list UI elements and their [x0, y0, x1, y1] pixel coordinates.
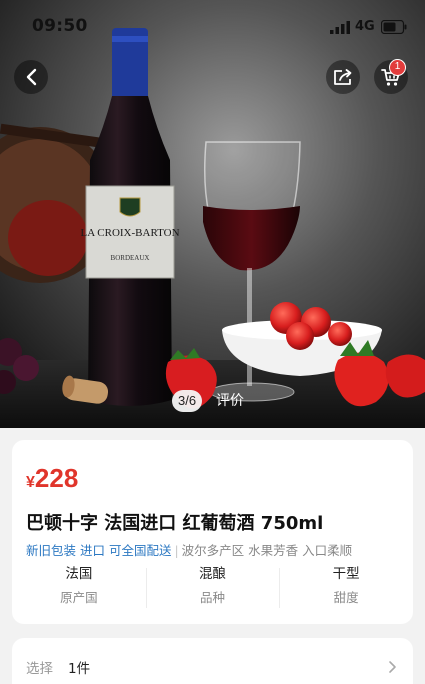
back-arrow-icon: [26, 68, 37, 86]
spec-label: 甜度: [333, 590, 359, 605]
status-bar: 09:50 4G: [0, 0, 425, 52]
cart-badge: 1: [389, 59, 406, 76]
product-title: 巴顿十字 法国进口 红葡萄酒 750ml: [26, 513, 324, 534]
bottle-region-text: BORDEAUX: [111, 254, 150, 262]
status-time: 09:50: [32, 16, 88, 36]
spec-sweetness: 干型 甜度: [279, 564, 413, 608]
share-icon: [334, 69, 352, 85]
product-info-card: ¥228 巴顿十字 法国进口 红葡萄酒 750ml 新旧包装 进口 可全国配送 |…: [12, 440, 413, 624]
price: ¥228: [26, 463, 78, 494]
spec-value: 法国: [65, 566, 93, 582]
spec-value: 混酿: [199, 566, 226, 582]
price-value: 228: [34, 463, 79, 493]
share-button[interactable]: [326, 60, 360, 94]
bottle-brand-text: LA CROIX-BARTON: [80, 227, 179, 239]
service-tags: 新旧包装 进口 可全国配送: [26, 543, 172, 558]
product-photo: LA CROIX-BARTON BORDEAUX: [0, 0, 425, 428]
spec-label: 品种: [200, 590, 226, 605]
tag-separator: |: [174, 543, 179, 558]
gallery-pager: 3/6: [172, 390, 203, 412]
review-tab[interactable]: 评价: [216, 391, 244, 411]
price-currency: ¥: [26, 474, 35, 491]
chevron-right-icon: [389, 661, 396, 673]
spec-label: 原产国: [60, 590, 98, 605]
spec-value: 干型: [332, 566, 360, 582]
select-options-row[interactable]: 选择 1件: [12, 638, 413, 684]
spec-variety: 混酿 品种: [145, 564, 280, 608]
select-label: 选择: [26, 661, 53, 677]
feature-tags: 波尔多产区 水果芳香 入口柔顺: [181, 543, 353, 558]
spec-row: 法国 原产国 混酿 品种 干型 甜度: [12, 564, 413, 608]
spec-origin: 法国 原产国: [12, 564, 146, 608]
battery-icon: [381, 20, 407, 34]
product-gallery[interactable]: LA CROIX-BARTON BORDEAUX 09:50 4G 1 3/6 …: [0, 0, 425, 428]
select-value: 1件: [68, 661, 91, 677]
signal-icon: [330, 21, 350, 34]
network-label: 4G: [355, 19, 375, 34]
product-tags: 新旧包装 进口 可全国配送 | 波尔多产区 水果芳香 入口柔顺: [26, 540, 352, 559]
back-button[interactable]: [14, 60, 48, 94]
